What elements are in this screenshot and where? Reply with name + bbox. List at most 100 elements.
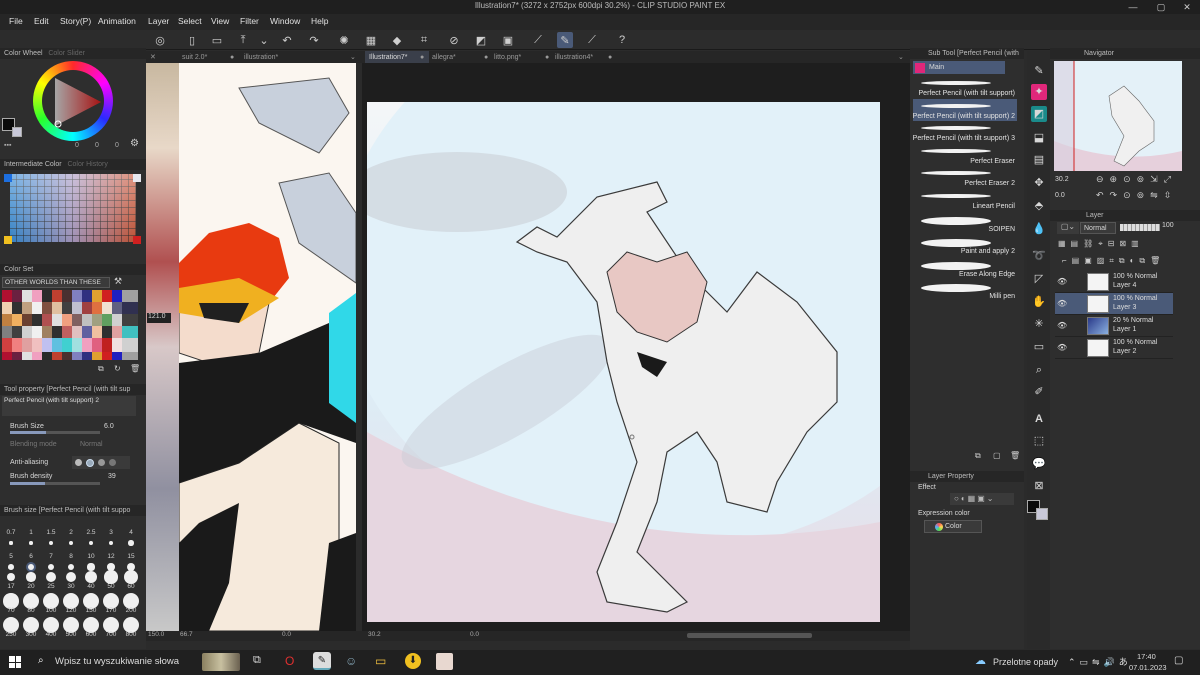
chevron-down-icon[interactable]: ⌄ [256, 32, 272, 48]
brush-size-dot[interactable] [6, 572, 16, 582]
brush-size-dot[interactable] [49, 541, 53, 545]
open-file-icon[interactable]: ▭ [209, 32, 225, 48]
invert-selection-icon[interactable]: ◩ [473, 32, 489, 48]
sub-tool-brush[interactable]: Milli pen [913, 279, 1017, 301]
magnifier-icon[interactable]: ⌕ [1031, 362, 1047, 378]
clip-studio-taskbar-icon[interactable]: ✎ [313, 652, 331, 670]
layer-toolbar-row2[interactable]: ⌐▤▣▨⌗⧉◐⧉🗑 [1062, 256, 1165, 266]
ruler-tool-icon[interactable]: ◸ [1031, 271, 1047, 287]
eye-icon[interactable]: 👁 [1057, 299, 1067, 308]
add-color-icon[interactable]: ⧉ [98, 364, 104, 374]
auto-select-icon[interactable]: ✳ [1031, 316, 1047, 332]
canvas-angle[interactable]: 0.0 [470, 631, 479, 638]
brush-size-dot[interactable] [104, 570, 118, 584]
brush-size-dot[interactable] [108, 540, 114, 546]
expression-color-select[interactable]: Color [924, 520, 982, 533]
reference-bottom-value[interactable]: 66.7 [180, 631, 193, 638]
notification-icon[interactable]: ▢ [1174, 655, 1183, 666]
menu-filter[interactable]: Filter [240, 16, 259, 26]
rectangle-select-icon[interactable]: ▭ [1031, 339, 1047, 355]
intermediate-color-grid[interactable] [10, 174, 136, 242]
navigator-zoom[interactable]: 30.2 [1055, 176, 1069, 183]
reference-bottom-zoom[interactable]: 150.0 [148, 631, 164, 638]
file-explorer-icon[interactable]: ▭ [375, 654, 386, 668]
replace-color-icon[interactable]: ↻ [114, 364, 121, 373]
brush-density-slider[interactable] [10, 482, 100, 485]
brush-size-dot[interactable] [29, 541, 33, 545]
sub-color-swatch[interactable] [12, 127, 22, 137]
transform-icon[interactable]: ⌗ [416, 32, 432, 48]
sub-tool-brush[interactable]: Perfect Pencil (with tilt support) 2 [913, 98, 1017, 121]
effect-buttons[interactable]: ○◐▦▣⌄ [950, 493, 1014, 505]
layer-opacity-slider[interactable] [1120, 224, 1160, 231]
clock-time[interactable]: 17:40 [1137, 652, 1156, 661]
anti-aliasing-options[interactable] [72, 456, 130, 469]
duplicate-subtool-icon[interactable]: ⧉ [975, 451, 981, 461]
layer-search-icon[interactable]: ▢⌄ [1057, 222, 1079, 234]
sub-tool-brush[interactable]: Perfect Eraser [913, 144, 1017, 166]
snap-special-ruler-icon[interactable]: ✎ [557, 32, 573, 48]
brush-size-dot[interactable] [47, 563, 55, 571]
eraser-tool-icon[interactable]: ⬘ [1031, 198, 1047, 214]
sub-tool-brush[interactable]: Erase Along Edge [913, 257, 1017, 279]
reference-bottom-angle[interactable]: 0.0 [282, 631, 291, 638]
brush-size-dot[interactable] [46, 572, 56, 582]
brush-size-dot[interactable] [87, 563, 95, 571]
menu-animation[interactable]: Animation [98, 16, 136, 26]
brush-size-dot[interactable] [67, 563, 75, 571]
menu-edit[interactable]: Edit [34, 16, 49, 26]
brush-size-dot[interactable] [84, 570, 98, 584]
minimize-button[interactable]: — [1120, 0, 1146, 14]
corner-color-bottom-left[interactable] [4, 236, 12, 244]
sub-tool-brush[interactable]: Paint and apply 2 [913, 234, 1017, 256]
layer-row[interactable]: 👁 100 % Normal Layer 4 [1055, 271, 1173, 293]
app-icon[interactable] [436, 653, 453, 670]
maximize-button[interactable]: ▢ [1148, 0, 1174, 14]
color-history-tab[interactable]: Color History [67, 161, 107, 168]
navigator-zoom-buttons[interactable]: ⊖⊕⊙⊚⇲⤢ [1096, 174, 1177, 185]
brush-size-value[interactable]: 6.0 [104, 423, 114, 430]
canvas-zoom[interactable]: 30.2 [368, 631, 381, 638]
corner-color-top-left[interactable] [4, 174, 12, 182]
system-tray-icons[interactable]: ⌃▭⇋🔊あ [1068, 655, 1132, 668]
new-file-icon[interactable]: ▯ [184, 32, 200, 48]
navigator-angle[interactable]: 0.0 [1055, 192, 1065, 199]
corner-color-top-right[interactable] [133, 174, 141, 182]
saturation-triangle[interactable] [53, 76, 103, 128]
menu-select[interactable]: Select [178, 16, 202, 26]
task-view-icon[interactable]: ⧉ [253, 654, 261, 667]
move-tool-icon[interactable]: ✥ [1031, 175, 1047, 191]
pen-tool-icon[interactable]: ✎ [1031, 63, 1047, 79]
discord-icon[interactable]: ☺ [345, 654, 357, 668]
eye-icon[interactable]: 👁 [1057, 343, 1067, 352]
snap-ruler-icon[interactable]: ⟋ [530, 32, 546, 48]
weather-text[interactable]: Przelotne opady [993, 657, 1058, 667]
menu-view[interactable]: View [211, 16, 229, 26]
layer-row[interactable]: 👁 100 % Normal Layer 2 [1055, 337, 1173, 359]
color-set-swatches[interactable] [2, 290, 138, 360]
balloon-tool-icon[interactable]: 💬 [1031, 456, 1047, 472]
reference-zoom[interactable]: 121.0 [147, 313, 171, 323]
navigator-rotate-buttons[interactable]: ↶↷⊙⊚⇋⇳ [1096, 190, 1177, 201]
brush-size-dot[interactable] [9, 541, 13, 545]
menu-window[interactable]: Window [270, 16, 300, 26]
lasso-tool-icon[interactable]: ➰ [1031, 248, 1047, 264]
save-icon[interactable]: ⤒ [235, 32, 251, 48]
brush-size-dot[interactable] [26, 572, 36, 582]
blend-tool-icon[interactable]: 💧 [1031, 221, 1047, 237]
eye-icon[interactable]: 👁 [1057, 321, 1067, 330]
clear-icon[interactable]: ▦ [363, 32, 379, 48]
menu-layer[interactable]: Layer [148, 16, 169, 26]
redo-icon[interactable]: ↷ [306, 32, 322, 48]
gear-icon[interactable]: ⚙ [130, 138, 139, 149]
help-icon[interactable]: ? [614, 32, 630, 48]
corner-color-bottom-right[interactable] [133, 236, 141, 244]
sub-tool-group-main[interactable]: Main [913, 61, 1005, 74]
text-tool-icon[interactable]: A [1031, 411, 1047, 427]
brush-size-dot[interactable] [28, 564, 34, 570]
snap-grid-icon[interactable]: ⟋ [584, 32, 600, 48]
windows-start-icon[interactable] [9, 656, 21, 668]
fill-tool-icon[interactable]: ⬓ [1031, 130, 1047, 146]
close-button[interactable]: ✕ [1174, 0, 1200, 14]
menu-file[interactable]: File [9, 16, 23, 26]
